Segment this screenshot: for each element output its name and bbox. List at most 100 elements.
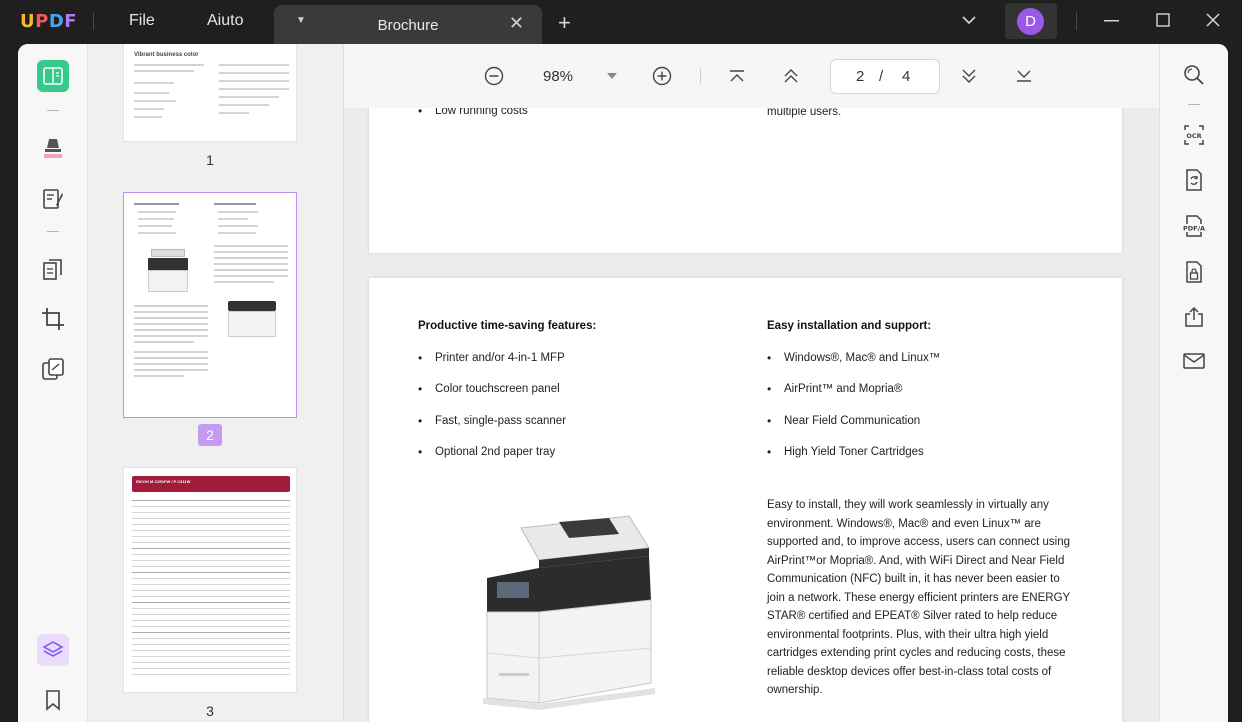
features-heading: Productive time-saving features: (418, 320, 597, 332)
installation-item: Windows®, Mac® and Linux™ (767, 351, 940, 365)
thumbnail-text-line (134, 100, 176, 102)
thumbnail-text-line (219, 72, 289, 74)
thumbnail-text-line (132, 548, 290, 549)
paragraph-line: join a network. These energy efficient p… (767, 591, 1071, 604)
user-account[interactable]: D (1005, 3, 1057, 39)
thumbnail-text-line (132, 512, 290, 513)
paragraph-line: AirPrint™or Mopria®. And, with WiFi Dire… (767, 554, 1065, 567)
maximize-icon[interactable] (1156, 13, 1170, 27)
paragraph-line: reliable desktop devices offer best-in-c… (767, 665, 1052, 678)
new-tab-icon[interactable]: + (558, 10, 571, 36)
logo-letter: U (20, 11, 36, 32)
previous-page-icon[interactable] (783, 68, 799, 84)
current-page-input[interactable]: 2 (856, 68, 864, 85)
total-pages: 4 (902, 68, 911, 85)
close-window-icon[interactable] (1206, 13, 1220, 27)
zoom-in-icon[interactable] (652, 66, 672, 86)
thumbnail-text-line (134, 317, 208, 319)
thumbnail-text-line (219, 80, 289, 82)
divider (47, 110, 59, 111)
thumbnail-text-line (214, 257, 288, 259)
svg-text:OCR: OCR (1186, 132, 1201, 140)
paragraph-line: environment. Windows®, Mac® and even Lin… (767, 517, 1041, 530)
tab-close-icon[interactable]: ✕ (509, 13, 524, 34)
title-bar: UPDF File Aiuto ▼ Brochure ✕ + D (0, 0, 1242, 45)
thumbnail-text-line (218, 211, 258, 213)
thumbnail-text-line (132, 668, 290, 669)
paragraph-line: Easy to install, they will work seamless… (767, 499, 1049, 511)
protect-icon[interactable] (1182, 260, 1206, 284)
layers-icon[interactable] (37, 634, 69, 666)
updf-logo: UPDF (20, 11, 77, 32)
zoom-out-icon[interactable] (484, 66, 504, 86)
menu-aiuto[interactable]: Aiuto (207, 12, 243, 30)
share-icon[interactable] (1182, 305, 1206, 329)
page-thumbnail-3[interactable]: RICOH M C251FW / P C311W (123, 467, 297, 693)
thumbnail-text-line (214, 275, 288, 277)
page-navigator[interactable]: 2 / 4 (830, 59, 940, 94)
thumbnail-text-line (134, 363, 208, 365)
thumbnail-text-line (134, 341, 194, 343)
organize-pages-icon[interactable] (37, 254, 69, 286)
last-page-icon[interactable] (1016, 69, 1032, 83)
thumbnail-text-line (134, 323, 208, 325)
thumbnail-text-line (138, 218, 174, 220)
crop-pages-icon[interactable] (37, 303, 69, 335)
thumbnail-heading: RICOH M C251FW / P C311W (136, 479, 191, 484)
installation-heading: Easy installation and support: (767, 320, 932, 332)
chevron-down-icon[interactable] (961, 14, 977, 26)
email-icon[interactable] (1182, 349, 1206, 373)
viewer-toolbar: 98% 2 / 4 (344, 44, 1159, 108)
thumbnail-text-line (132, 632, 290, 633)
divider (1076, 12, 1077, 30)
reader-mode-icon[interactable] (37, 60, 69, 92)
thumbnail-text-line (134, 116, 162, 118)
comment-highlight-icon[interactable] (37, 132, 69, 164)
feature-item: Optional 2nd paper tray (418, 445, 555, 459)
paragraph-line: STAR® certified and EPEAT® Silver rated … (767, 610, 1058, 622)
feature-item: Fast, single-pass scanner (418, 414, 566, 428)
document-tab[interactable]: ▼ Brochure ✕ (274, 5, 542, 45)
convert-icon[interactable] (1182, 168, 1206, 192)
thumbnail-text-line (219, 104, 269, 106)
page-tools-icon[interactable] (37, 353, 69, 385)
document-viewer[interactable]: Low running costs these productive deskt… (344, 44, 1159, 722)
installation-paragraph: Easy to install, they will work seamless… (767, 496, 1087, 700)
thumbnail-number-2: 2 (198, 424, 222, 446)
page-separator: / (879, 68, 884, 85)
feature-item: Color touchscreen panel (418, 382, 560, 396)
thumbnail-text-line (132, 614, 290, 615)
thumbnail-text-line (134, 82, 174, 84)
edit-pdf-icon[interactable] (37, 183, 69, 215)
page-thumbnail-2[interactable] (123, 192, 297, 418)
app-window: Vibrant business color 1 2 RICOH M C251F… (18, 44, 1228, 722)
printer-part (151, 249, 185, 257)
feature-item: Printer and/or 4-in-1 MFP (418, 351, 565, 365)
ocr-icon[interactable]: OCR (1182, 123, 1206, 147)
bookmark-icon[interactable] (37, 684, 69, 716)
paragraph-line: environmental footprints. Plus, with the… (767, 628, 1049, 641)
minimize-icon[interactable] (1104, 19, 1120, 23)
thumbnail-text-line (132, 554, 290, 555)
next-page-icon[interactable] (961, 68, 977, 84)
search-icon[interactable] (1182, 63, 1206, 87)
thumbnail-text-line (132, 650, 290, 651)
paragraph-line: ownership. (767, 684, 823, 696)
thumbnail-text-line (214, 263, 288, 265)
pdfa-icon[interactable]: PDF/A (1182, 214, 1206, 238)
right-toolbar: OCR PDF/A (1159, 44, 1228, 722)
thumbnail-header-band: RICOH M C251FW / P C311W (132, 476, 290, 492)
zoom-level[interactable]: 98% (543, 68, 573, 85)
menu-file[interactable]: File (129, 12, 155, 30)
thumbnail-text-line (132, 566, 290, 567)
thumbnail-text-line (214, 245, 288, 247)
page-thumbnail-1[interactable]: Vibrant business color (123, 44, 297, 142)
zoom-dropdown-icon[interactable] (607, 73, 617, 80)
logo-letter: P (35, 11, 49, 32)
thumbnail-text-line (214, 269, 288, 271)
thumbnail-text-line (134, 108, 164, 110)
thumbnail-text-line (219, 88, 289, 90)
avatar: D (1017, 8, 1044, 35)
thumbnail-text-line (214, 251, 288, 253)
first-page-icon[interactable] (729, 69, 745, 83)
